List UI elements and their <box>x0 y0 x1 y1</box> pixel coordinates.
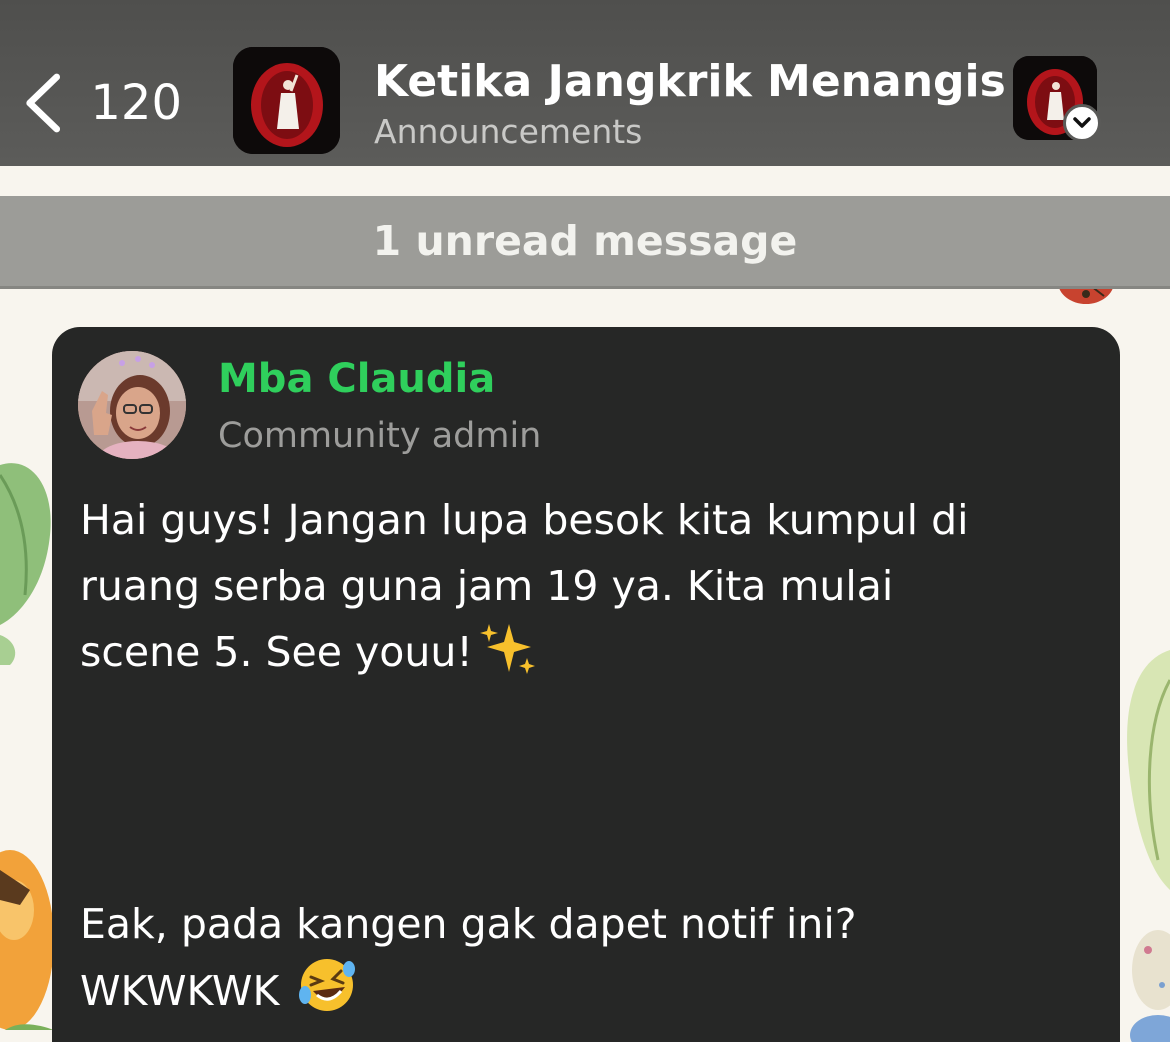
leaf-decoration-left <box>0 463 51 665</box>
sparkles-icon <box>479 622 537 693</box>
message-line: Eak, pada kangen gak dapet notif ini? <box>80 900 857 948</box>
orange-fruit-decoration <box>0 850 54 1030</box>
sender-photo <box>78 351 186 459</box>
message-line-text: scene 5. See youu! <box>80 628 473 676</box>
message-bubble[interactable]: Mba Claudia Community admin Hai guys! Ja… <box>52 327 1120 1042</box>
avatar[interactable] <box>78 351 186 459</box>
message-line-text: WKWKWK <box>80 967 280 1015</box>
group-subtitle: Announcements <box>374 112 643 151</box>
message-text: Hai guys! Jangan lupa besok kita kumpul … <box>80 487 1090 1032</box>
sender-name[interactable]: Mba Claudia <box>218 353 495 405</box>
group-photo <box>233 47 340 154</box>
sender-role-label: Community admin <box>218 416 542 456</box>
community-switcher-button[interactable] <box>1013 56 1103 146</box>
back-button[interactable]: 120 <box>22 68 182 138</box>
leaf-decoration-right <box>1127 650 1170 1042</box>
unread-messages-banner: 1 unread message <box>0 196 1170 289</box>
chevron-down-icon <box>1063 104 1101 142</box>
chat-title-block[interactable]: Ketika Jangkrik Menangis Announcements <box>374 54 1006 152</box>
laughing-emoji-icon <box>297 957 357 1032</box>
chat-screen: 120 Ketika Jangkrik Menangis Announcemen… <box>0 0 1170 1042</box>
unread-chats-count: 120 <box>90 75 182 131</box>
chat-header: 120 Ketika Jangkrik Menangis Announcemen… <box>0 0 1170 166</box>
chevron-left-icon <box>26 73 61 133</box>
message-line: scene 5. See youu! <box>80 619 1090 693</box>
message-line: ruang serba guna jam 19 ya. Kita mulai <box>80 562 894 610</box>
unread-messages-label: 1 unread message <box>372 217 798 265</box>
group-title: Ketika Jangkrik Menangis <box>374 56 1006 107</box>
message-line: WKWKWK <box>80 957 1090 1032</box>
group-avatar[interactable] <box>233 47 340 154</box>
message-line: Hai guys! Jangan lupa besok kita kumpul … <box>80 496 969 544</box>
